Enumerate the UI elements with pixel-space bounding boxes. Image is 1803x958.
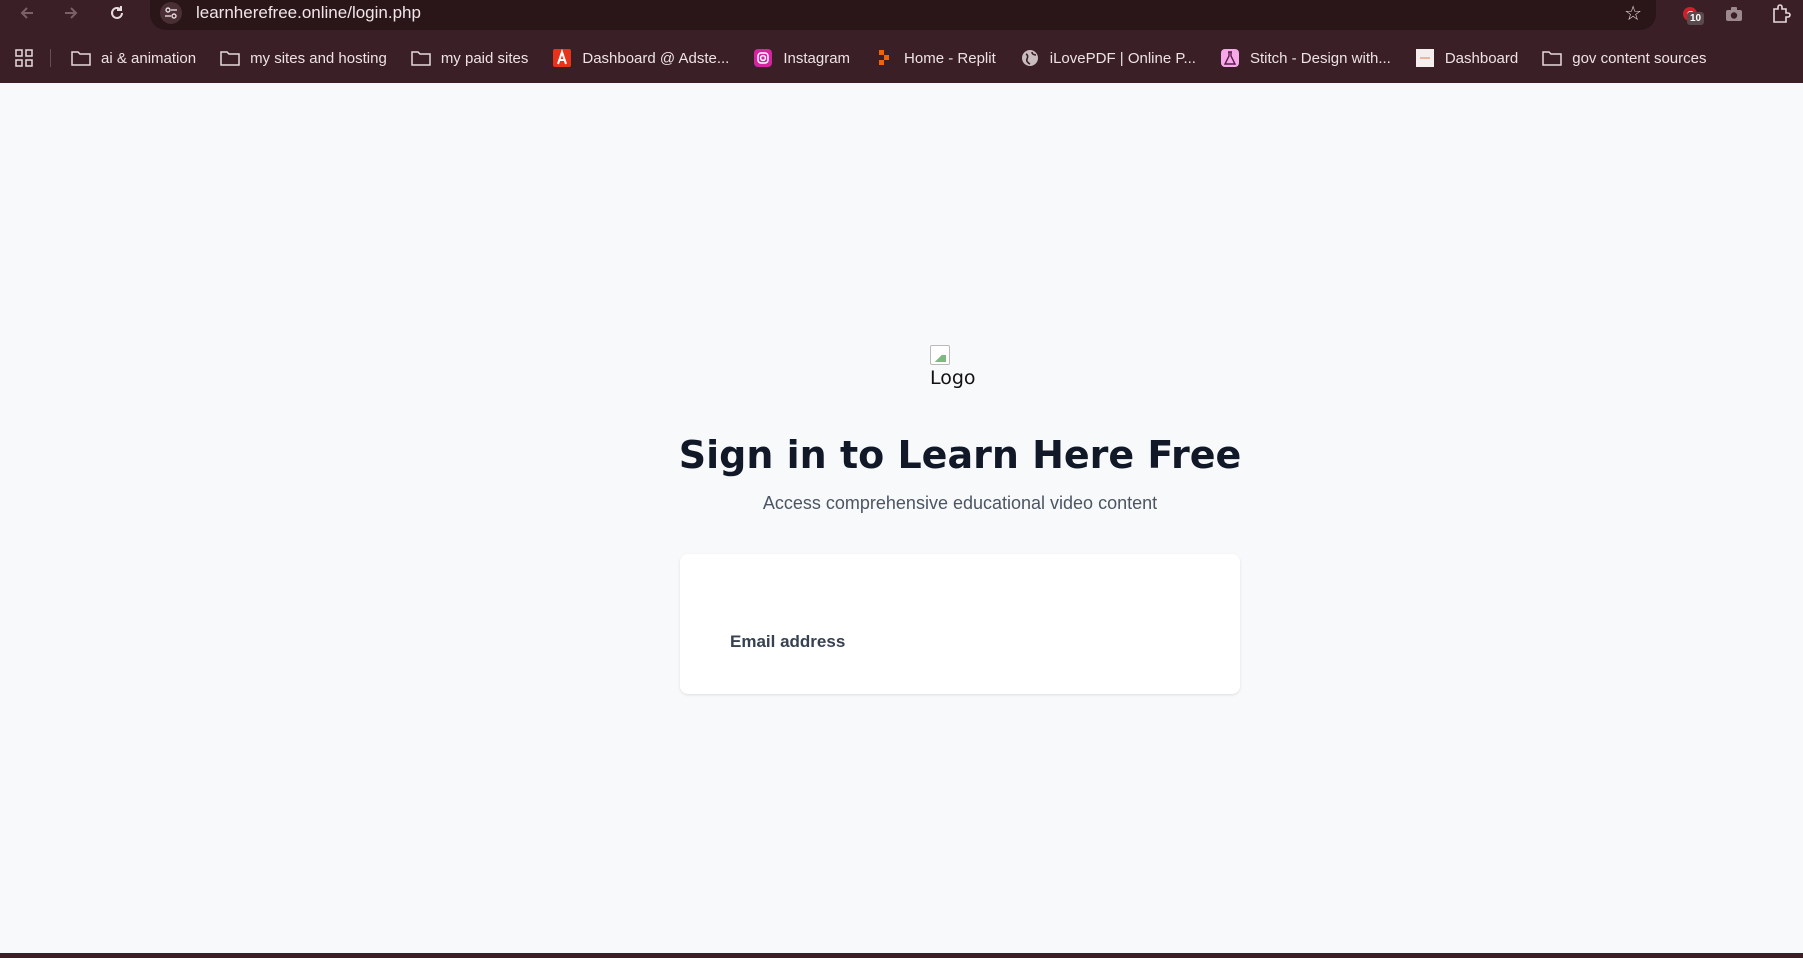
bookmark-my-sites-hosting[interactable]: my sites and hosting: [220, 45, 387, 71]
tune-icon: [165, 7, 177, 19]
forward-button[interactable]: [56, 0, 86, 26]
logo-alt-text: Logo: [930, 367, 976, 389]
camera-icon: [1726, 7, 1742, 21]
bookmark-instagram[interactable]: Instagram: [753, 45, 850, 71]
bookmarks-bar: ai & animation my sites and hosting my p…: [0, 41, 1803, 75]
instagram-icon: [753, 49, 773, 67]
bookmark-label: iLovePDF | Online P...: [1049, 49, 1196, 67]
broken-image-icon: [930, 345, 950, 365]
bookmark-replit[interactable]: Home - Replit: [874, 45, 996, 71]
folder-icon: [1542, 49, 1562, 67]
globe-icon: [1020, 49, 1040, 67]
folder-icon: [71, 49, 91, 67]
bookmark-label: gov content sources: [1572, 49, 1707, 67]
apps-grid-icon[interactable]: [14, 48, 34, 68]
adsterra-icon: [552, 49, 572, 67]
folder-icon: [411, 49, 431, 67]
bookmark-label: Dashboard @ Adste...: [582, 49, 730, 67]
forward-arrow-icon: [65, 7, 78, 19]
bookmark-dashboard[interactable]: Dashboard: [1415, 45, 1518, 71]
browser-chrome: learnherefree.online/login.php ☆ C 10 ai…: [0, 0, 1803, 83]
bookmark-gov-content-sources[interactable]: gov content sources: [1542, 45, 1706, 71]
back-button[interactable]: [12, 0, 42, 26]
site-info-button[interactable]: [160, 2, 182, 24]
taskbar-edge: [0, 953, 1803, 958]
bookmark-stitch[interactable]: Stitch - Design with...: [1220, 45, 1391, 71]
dashboard-icon: [1415, 49, 1435, 67]
bookmark-ilovepdf[interactable]: iLovePDF | Online P...: [1020, 45, 1196, 71]
bookmark-star-icon[interactable]: ☆: [1624, 1, 1642, 26]
login-card: Email address: [680, 554, 1240, 694]
bookmark-my-paid-sites[interactable]: my paid sites: [411, 45, 529, 71]
replit-icon: [874, 49, 894, 67]
bookmark-label: my sites and hosting: [250, 49, 387, 67]
bookmark-label: Instagram: [783, 49, 851, 67]
logo-image: Logo: [930, 345, 976, 389]
screenshot-extension-button[interactable]: [1724, 0, 1744, 28]
bookmark-ai-animation[interactable]: ai & animation: [71, 45, 196, 71]
bookmark-label: Dashboard: [1444, 49, 1519, 67]
bookmark-adsterra-dashboard[interactable]: Dashboard @ Adste...: [552, 45, 729, 71]
bookmark-label: my paid sites: [440, 49, 529, 67]
address-bar[interactable]: learnherefree.online/login.php ☆: [150, 0, 1656, 30]
extension-badge: 10: [1687, 12, 1705, 25]
page-title: Sign in to Learn Here Free: [678, 433, 1242, 477]
puzzle-icon: [1773, 4, 1791, 23]
email-label: Email address: [730, 632, 846, 651]
bookmarks-separator: [50, 49, 51, 67]
back-arrow-icon: [20, 7, 33, 19]
reload-button[interactable]: [102, 0, 132, 26]
url-text[interactable]: learnherefree.online/login.php: [196, 3, 421, 23]
extensions-menu-button[interactable]: [1770, 0, 1792, 28]
login-page: Logo Sign in to Learn Here Free Access c…: [0, 83, 1803, 953]
bookmark-label: Stitch - Design with...: [1249, 49, 1391, 67]
stitch-icon: [1220, 49, 1240, 67]
bookmark-label: ai & animation: [101, 49, 197, 67]
bookmark-label: Home - Replit: [904, 49, 996, 67]
address-row: learnherefree.online/login.php ☆ C 10: [0, 0, 1803, 30]
reload-icon: [111, 6, 123, 19]
folder-icon: [220, 49, 240, 67]
page-subtitle: Access comprehensive educational video c…: [762, 493, 1158, 513]
